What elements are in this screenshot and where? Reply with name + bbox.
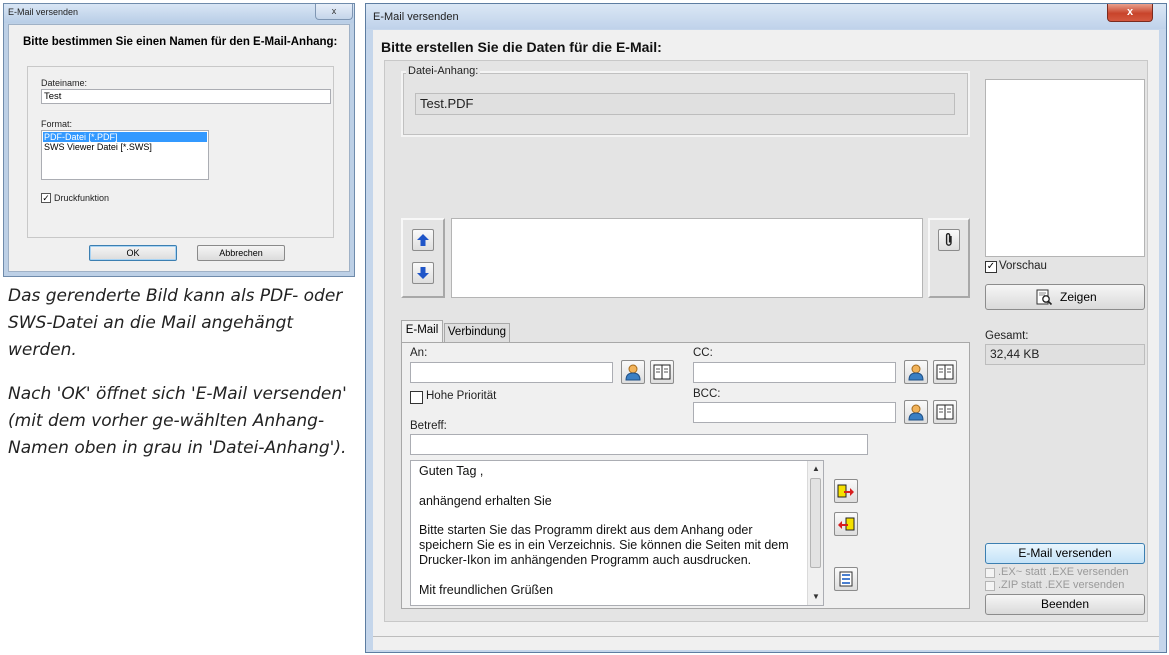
total-label: Gesamt: [985, 330, 1029, 342]
arrow-down-icon [417, 267, 429, 279]
arrow-up-icon [417, 234, 429, 246]
scroll-up-arrow[interactable]: ▲ [812, 464, 820, 473]
cc-input[interactable] [693, 362, 896, 383]
zip-option-checkbox[interactable] [985, 581, 995, 591]
show-button-label: Zeigen [1060, 290, 1097, 304]
ok-button[interactable]: OK [89, 245, 177, 261]
attach-file-button[interactable] [938, 229, 960, 251]
contact-person-icon [625, 364, 641, 381]
window-client: Bitte erstellen Sie die Daten für die E-… [373, 30, 1159, 636]
dialog-heading: Bitte bestimmen Sie einen Namen für den … [23, 36, 338, 48]
cc-label: CC: [693, 347, 713, 359]
email-tab-panel: An: CC: Hohe Priorität BCC: Betreff: Gut… [401, 342, 970, 609]
scroll-thumb[interactable] [810, 478, 821, 568]
cancel-button[interactable]: Abbrechen [197, 245, 285, 261]
total-size-field: 32,44 KB [985, 344, 1145, 365]
caption-paragraph-1: Das gerenderte Bild kann als PDF- oder S… [8, 286, 343, 360]
dialog-client-area: Bitte bestimmen Sie einen Namen für den … [8, 24, 350, 272]
body-line: Guten Tag , [419, 464, 484, 478]
tab-connection[interactable]: Verbindung [444, 323, 510, 342]
preview-checkbox-label: Vorschau [999, 260, 1047, 272]
send-email-button[interactable]: E-Mail versenden [985, 543, 1145, 564]
preview-box [985, 79, 1145, 257]
show-button[interactable]: Zeigen [985, 284, 1145, 310]
filename-input[interactable]: Test [41, 89, 331, 104]
contact-person-icon [908, 404, 924, 421]
paperclip-icon [945, 233, 952, 246]
bcc-input[interactable] [693, 402, 896, 423]
bcc-label: BCC: [693, 388, 721, 400]
window-title: E-Mail versenden [373, 11, 459, 23]
remove-text-icon [838, 517, 855, 531]
window-close-button[interactable]: x [1107, 4, 1153, 22]
status-bar [373, 636, 1159, 650]
format-label: Format: [41, 119, 73, 129]
contact-person-icon [908, 364, 924, 381]
tab-email[interactable]: E-Mail [401, 320, 443, 342]
filename-label: Dateiname: [41, 78, 88, 88]
body-line: Drucker-Ikon im anhängenden Programm auc… [419, 553, 752, 567]
subject-label: Betreff: [410, 420, 447, 432]
print-checkbox-label: Druckfunktion [54, 193, 110, 203]
bcc-contact-button[interactable] [904, 400, 928, 424]
preview-checkbox[interactable]: ✓ [985, 261, 997, 273]
cc-contact-button[interactable] [904, 360, 928, 384]
message-body[interactable]: Guten Tag , anhängend erhalten Sie Bitte… [410, 460, 824, 606]
to-contact-button[interactable] [621, 360, 645, 384]
move-down-button[interactable] [412, 262, 434, 284]
bcc-addressbook-button[interactable] [933, 400, 957, 424]
to-addressbook-button[interactable] [650, 360, 674, 384]
to-label: An: [410, 347, 428, 359]
close-button[interactable]: Beenden [985, 594, 1145, 615]
address-book-icon [936, 364, 954, 380]
format-option-sws[interactable]: SWS Viewer Datei [*.SWS] [43, 142, 207, 152]
attachment-name-dialog: E-Mail versenden x Bitte bestimmen Sie e… [3, 3, 355, 277]
template-icon [839, 571, 853, 587]
insert-text-button[interactable] [834, 479, 858, 503]
cc-addressbook-button[interactable] [933, 360, 957, 384]
ex-option-checkbox[interactable] [985, 568, 995, 578]
body-line: anhängend erhalten Sie [419, 494, 552, 508]
attachment-name-field: Test.PDF [415, 93, 955, 115]
window-titlebar: E-Mail versenden x [366, 4, 1166, 29]
ex-option-label: .EX~ statt .EXE versenden [998, 566, 1129, 578]
address-book-icon [653, 364, 671, 380]
priority-checkbox[interactable] [410, 391, 423, 404]
body-line: Bitte starten Sie das Programm direkt au… [419, 523, 753, 537]
priority-checkbox-label: Hohe Priorität [426, 390, 497, 402]
insert-text-icon [837, 484, 854, 498]
remove-text-button[interactable] [834, 512, 858, 536]
dialog-close-button[interactable]: x [315, 4, 353, 20]
template-button[interactable] [834, 567, 858, 591]
address-book-icon [936, 404, 954, 420]
caption-paragraph-2: Nach 'OK' öffnet sich 'E-Mail versenden'… [8, 384, 347, 458]
attachment-list[interactable] [451, 218, 923, 298]
window-heading: Bitte erstellen Sie die Daten für die E-… [381, 39, 662, 55]
to-input[interactable] [410, 362, 613, 383]
zip-option-label: .ZIP statt .EXE versenden [998, 579, 1125, 591]
print-checkbox[interactable]: ✓ [41, 193, 51, 203]
body-line: speichern Sie es in ein Verzeichnis. Sie… [419, 538, 789, 552]
main-panel: Datei-Anhang: Test.PDF ✓ Vorschau Zeigen… [384, 60, 1148, 622]
dialog-title: E-Mail versenden [8, 7, 79, 17]
format-option-pdf[interactable]: PDF-Datei [*.PDF] [43, 132, 207, 142]
magnifier-page-icon [1036, 289, 1053, 314]
email-send-window: E-Mail versenden x Bitte erstellen Sie d… [365, 3, 1167, 653]
scroll-down-arrow[interactable]: ▼ [812, 592, 820, 601]
attachment-group-label: Datei-Anhang: [406, 65, 481, 77]
subject-input[interactable] [410, 434, 868, 455]
move-up-button[interactable] [412, 229, 434, 251]
body-line: Mit freundlichen Grüßen [419, 583, 554, 597]
dialog-titlebar: E-Mail versenden x [4, 4, 354, 23]
body-scrollbar[interactable]: ▲ ▼ [807, 461, 823, 605]
format-listbox[interactable]: PDF-Datei [*.PDF] SWS Viewer Datei [*.SW… [41, 130, 209, 180]
